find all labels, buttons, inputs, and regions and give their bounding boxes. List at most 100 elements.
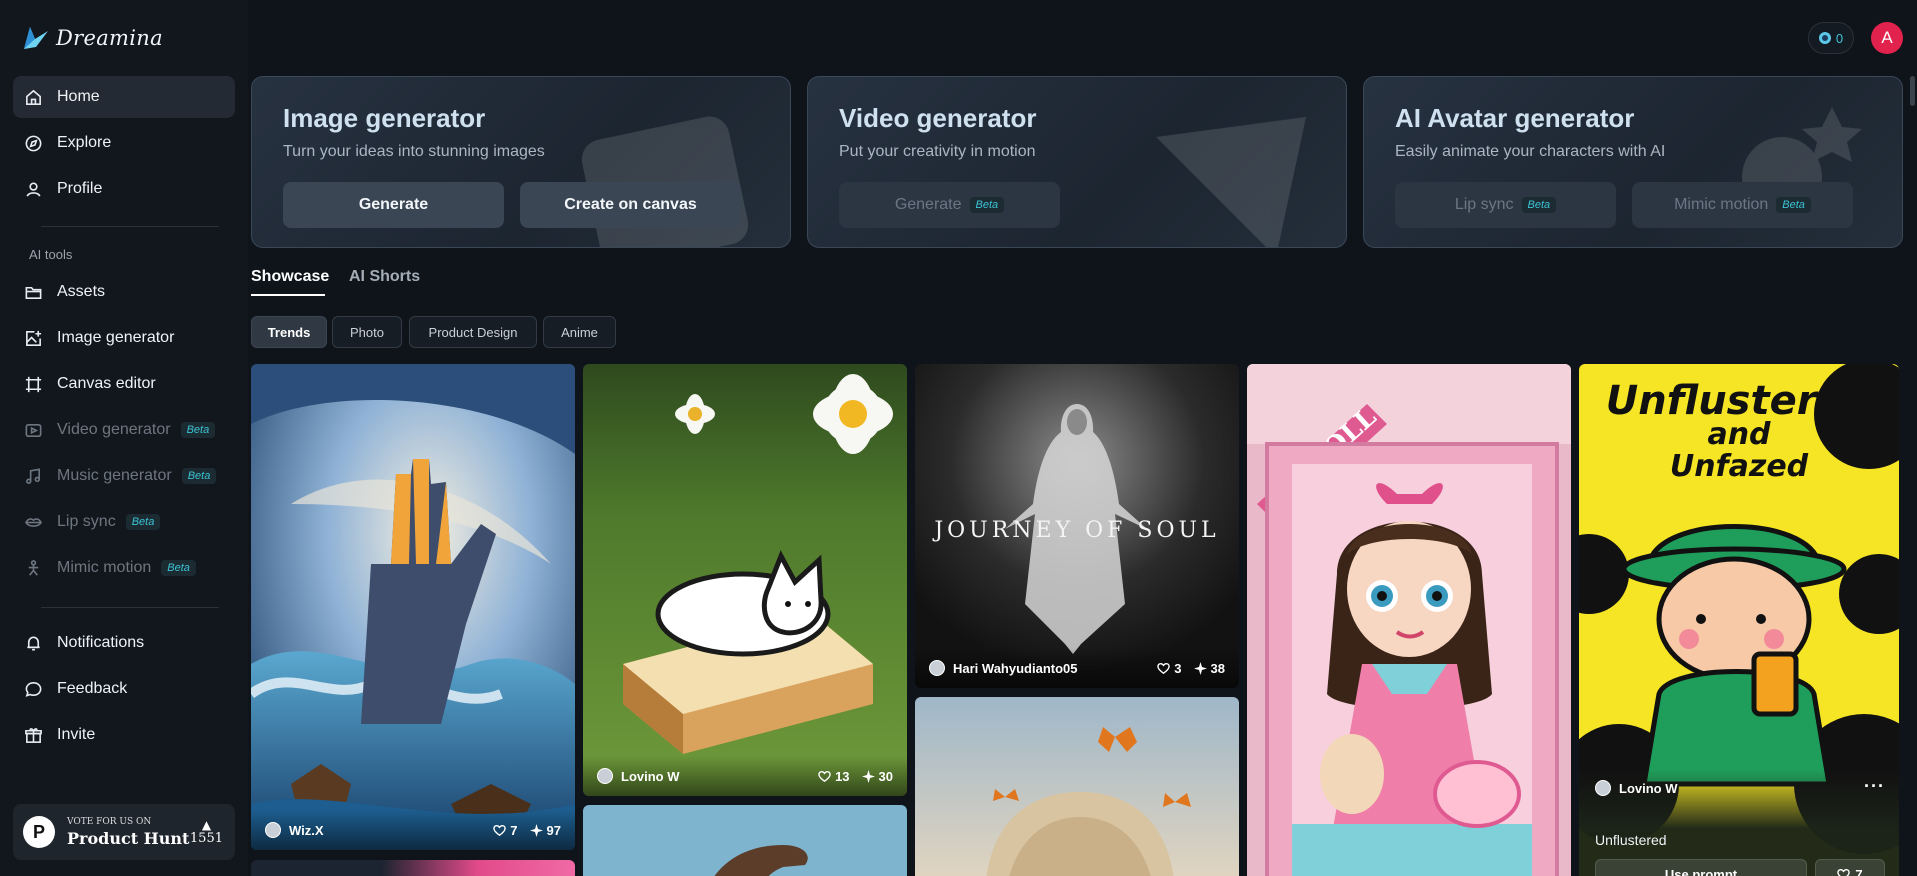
sparkle-icon [1193, 661, 1207, 675]
heart-icon [818, 770, 831, 782]
use-count: 30 [861, 769, 893, 784]
gift-icon [23, 725, 43, 745]
beta-badge: Beta [125, 514, 161, 530]
button-label: Generate [358, 196, 429, 213]
music-icon [23, 466, 43, 486]
mimic-motion-button[interactable]: Mimic motion Beta [1632, 182, 1853, 228]
tile-stats: 3 38 [1157, 661, 1225, 676]
compass-icon [23, 133, 43, 153]
tile-stats: 7 97 [493, 823, 561, 838]
sidebar-item-assets[interactable]: Assets [13, 271, 235, 313]
sidebar-item-music-generator[interactable]: Music generator Beta [13, 455, 235, 497]
sidebar-item-label: Notifications [57, 634, 145, 651]
filter-trends[interactable]: Trends [251, 316, 327, 348]
card-title: Image generator [283, 103, 486, 133]
author-name[interactable]: Wiz.X [289, 823, 324, 838]
poster-subtitle-text: Unfazed [1670, 449, 1809, 484]
sidebar-item-notifications[interactable]: Notifications [13, 622, 235, 664]
author-name[interactable]: Hari Wahyudianto05 [953, 661, 1077, 676]
credits-count: 0 [1835, 30, 1844, 46]
gallery-item[interactable] [583, 805, 907, 876]
like-count[interactable]: 7 [493, 822, 518, 838]
author-avatar [1595, 780, 1611, 796]
poster-and-text: and [1707, 417, 1771, 452]
section-label-ai-tools: AI tools [29, 247, 73, 262]
ai-avatar-generator-card: AI Avatar generator Easily animate your … [1363, 76, 1903, 248]
sidebar-item-label: Mimic motion [57, 559, 152, 576]
user-avatar[interactable]: A [1871, 22, 1903, 54]
sidebar-item-label: Assets [57, 283, 106, 300]
card-title: AI Avatar generator [1395, 103, 1635, 133]
button-label: Create on canvas [564, 196, 697, 213]
sidebar-item-lip-sync[interactable]: Lip sync Beta [13, 501, 235, 543]
author-name[interactable]: Lovino W [621, 769, 680, 784]
journey-of-soul-text: JOURNEY OF SOUL [932, 518, 1219, 543]
sidebar-item-video-generator[interactable]: Video generator Beta [13, 409, 235, 451]
sidebar-item-invite[interactable]: Invite [13, 714, 235, 756]
like-value: 7 [510, 822, 518, 838]
card-title: Video generator [839, 103, 1037, 133]
lip-sync-button[interactable]: Lip sync Beta [1395, 182, 1616, 228]
like-count[interactable]: 13 [818, 769, 850, 784]
author-name[interactable]: Lovino W [1619, 781, 1678, 796]
gallery-item[interactable]: Wiz.X 7 97 [251, 364, 575, 850]
image-plus-icon [23, 328, 43, 348]
more-options-icon[interactable]: ··· [1864, 776, 1885, 797]
brand-logo[interactable]: Dreamina [22, 20, 163, 56]
chat-icon [23, 679, 43, 699]
motion-icon [23, 558, 43, 578]
sidebar-item-profile[interactable]: Profile [13, 168, 235, 210]
sidebar-item-home[interactable]: Home [13, 76, 235, 118]
credit-coin-icon [1818, 32, 1831, 44]
tab-showcase[interactable]: Showcase [251, 268, 329, 286]
tile-footer: Lovino W 13 30 [583, 756, 907, 796]
producthunt-vote-count: 1551 [189, 830, 223, 846]
filter-anime[interactable]: Anime [543, 316, 616, 348]
scrollbar-thumb[interactable] [1910, 76, 1915, 106]
video-generate-button[interactable]: Generate Beta [839, 182, 1060, 228]
gallery-item-hovered[interactable]: Unflustered and Unfazed Lovino W ··· Unf… [1579, 364, 1899, 876]
home-icon [23, 87, 43, 107]
sidebar-divider [41, 226, 219, 227]
gallery-item[interactable] [251, 860, 575, 876]
image-generate-button[interactable]: Generate [283, 182, 504, 228]
dinosaur-image [583, 805, 907, 876]
gallery-item[interactable]: Lovino W 13 30 [583, 364, 907, 796]
like-count[interactable]: 3 [1157, 661, 1182, 676]
sidebar-item-label: Lip sync [57, 513, 116, 530]
beta-badge: Beta [180, 422, 216, 438]
filter-product-design[interactable]: Product Design [409, 316, 537, 348]
tab-ai-shorts[interactable]: AI Shorts [349, 268, 420, 286]
beta-badge: Beta [1776, 197, 1811, 213]
create-on-canvas-button[interactable]: Create on canvas [520, 182, 741, 228]
use-prompt-button[interactable]: Use prompt [1595, 859, 1807, 876]
credits-button[interactable]: 0 [1808, 22, 1854, 54]
gallery-item[interactable] [915, 697, 1239, 876]
sidebar-item-label: Feedback [57, 680, 128, 697]
sidebar-item-image-generator[interactable]: Image generator [13, 317, 235, 359]
heart-icon [493, 824, 507, 836]
gallery-item[interactable]: JOURNEY OF SOUL Hari Wahyudianto05 3 38 [915, 364, 1239, 688]
filter-photo[interactable]: Photo [332, 316, 402, 348]
heart-icon [1157, 662, 1171, 674]
sidebar-item-canvas-editor[interactable]: Canvas editor [13, 363, 235, 405]
video-generator-card: Video generator Put your creativity in m… [807, 76, 1347, 248]
upvote-arrow-icon: ▲ [201, 817, 212, 832]
sidebar-item-label: Video generator [57, 421, 171, 438]
image-generator-card: Image generator Turn your ideas into stu… [251, 76, 791, 248]
sidebar-item-feedback[interactable]: Feedback [13, 668, 235, 710]
producthunt-vote-card[interactable]: P VOTE FOR US ON Product Hunt ▲ 1551 [13, 804, 235, 860]
like-button[interactable]: 7 [1815, 859, 1885, 876]
tile-stats: 13 30 [818, 769, 893, 784]
sparkle-icon [529, 823, 543, 837]
sparkle-icon [861, 769, 875, 783]
card-subtitle: Turn your ideas into stunning images [283, 143, 545, 160]
producthunt-name: Product Hunt [67, 828, 190, 848]
sidebar-item-mimic-motion[interactable]: Mimic motion Beta [13, 547, 235, 589]
sidebar-item-explore[interactable]: Explore [13, 122, 235, 164]
button-label: Generate [894, 196, 962, 213]
cat-on-bread-image [583, 364, 907, 796]
sidebar-item-label: Image generator [57, 329, 175, 346]
beta-badge: Beta [181, 468, 217, 484]
gallery-item[interactable]: DOLL [1247, 364, 1571, 876]
